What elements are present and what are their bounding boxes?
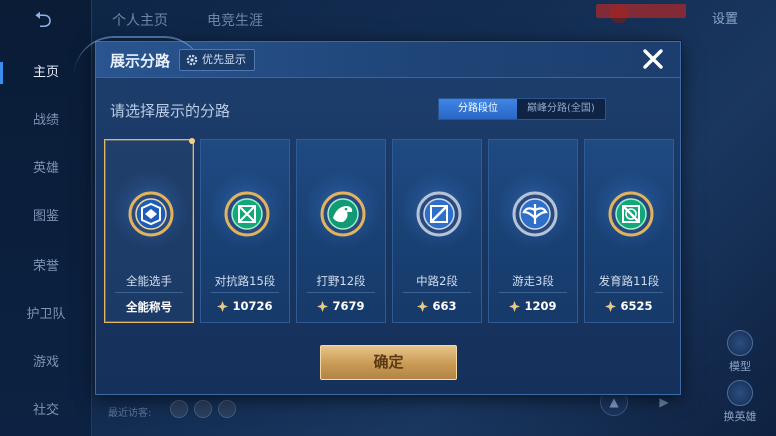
card-divider (307, 292, 375, 293)
model-icon (727, 330, 753, 356)
card-divider (403, 292, 471, 293)
lane-name: 发育路11段 (598, 274, 660, 288)
card-divider (499, 292, 567, 293)
sidebar-item-record[interactable]: 战绩 (0, 106, 92, 136)
priority-display-label: 优先显示 (202, 53, 246, 66)
notice-badge (596, 4, 686, 18)
jungle-emblem-icon (320, 191, 366, 237)
recent-visitors-label: 最近访客: (108, 408, 152, 419)
toggle-lane-rank[interactable]: 分路段位 (439, 99, 517, 119)
dialog-subtitle: 请选择展示的分路 (110, 102, 231, 120)
sidebar-item-guard[interactable]: 护卫队 (0, 300, 92, 330)
back-arrow-icon[interactable]: ⮌ (22, 8, 64, 34)
card-divider (115, 292, 183, 293)
change-hero-icon (727, 380, 753, 406)
lane-card-clash[interactable]: 对抗路15段 10726 (200, 139, 290, 323)
rank-points-icon (317, 300, 329, 312)
gear-icon (186, 54, 198, 66)
confirm-button[interactable]: 确定 (320, 345, 457, 380)
sidebar-item-gallery[interactable]: 图鉴 (0, 202, 92, 232)
visitor-avatar[interactable] (170, 400, 188, 418)
model-label: 模型 (729, 360, 751, 373)
rank-points-icon (509, 300, 521, 312)
lane-name: 游走3段 (512, 274, 554, 288)
lane-card-roam[interactable]: 游走3段 1209 (488, 139, 578, 323)
farm-lane-emblem-icon (608, 191, 654, 237)
lane-card-mid[interactable]: 中路2段 663 (392, 139, 482, 323)
roam-emblem-icon (512, 191, 558, 237)
sidebar-item-heroes[interactable]: 英雄 (0, 154, 92, 184)
card-divider (211, 292, 279, 293)
lane-card-farm[interactable]: 发育路11段 6525 (584, 139, 674, 323)
lane-name: 对抗路15段 (214, 274, 276, 288)
lane-value: 7679 (297, 299, 385, 313)
dialog-header: 展示分路 优先显示 (74, 36, 680, 78)
change-hero-button[interactable]: 换英雄 (718, 380, 762, 424)
change-hero-label: 换英雄 (723, 410, 757, 423)
sidebar-item-honor[interactable]: 荣誉 (0, 252, 92, 282)
all-round-emblem-icon (128, 191, 174, 237)
lane-name: 中路2段 (416, 274, 458, 288)
tab-esports[interactable]: 电竞生涯 (207, 10, 263, 30)
model-button[interactable]: 模型 (718, 330, 762, 374)
dialog-title: 展示分路 (110, 52, 171, 70)
display-lane-dialog: 展示分路 优先显示 请选择展示的分路 分路段位 巅峰分路(全国) 全能选手 全能… (74, 36, 681, 395)
mid-lane-emblem-icon (416, 191, 462, 237)
lane-value: 663 (393, 299, 481, 313)
rank-points-icon (217, 300, 229, 312)
tab-profile[interactable]: 个人主页 (112, 10, 168, 30)
card-divider (595, 292, 663, 293)
visitor-avatar[interactable] (218, 400, 236, 418)
lane-value: 1209 (489, 299, 577, 313)
toggle-peak-lane[interactable]: 巅峰分路(全国) (517, 99, 605, 119)
lane-value-text: 6525 (620, 299, 653, 313)
sidebar-item-games[interactable]: 游戏 (0, 348, 92, 378)
lane-value: 10726 (201, 299, 289, 313)
settings-button[interactable]: 设置 (712, 8, 738, 27)
lane-type-toggle: 分路段位 巅峰分路(全国) (438, 98, 606, 120)
rank-points-icon (417, 300, 429, 312)
lane-name: 全能选手 (126, 274, 172, 288)
clash-lane-emblem-icon (224, 191, 270, 237)
priority-display-button[interactable]: 优先显示 (179, 49, 255, 71)
lane-name: 打野12段 (316, 274, 366, 288)
close-icon[interactable] (640, 46, 666, 72)
sidebar-item-social[interactable]: 社交 (0, 396, 92, 426)
lane-card-jungle[interactable]: 打野12段 7679 (296, 139, 386, 323)
lane-card-all-round[interactable]: 全能选手 全能称号 (104, 138, 195, 323)
lane-value-text: 7679 (332, 299, 365, 313)
lane-value: 全能称号 (105, 299, 193, 315)
lane-value-text: 全能称号 (126, 300, 172, 314)
selected-corner-mark (189, 138, 195, 144)
lane-value-text: 663 (432, 299, 457, 313)
lane-card-list: 全能选手 全能称号 对抗路15段 10726 打野12段 7679 中路2段 6… (104, 138, 674, 323)
lane-value-text: 1209 (524, 299, 557, 313)
rank-points-icon (605, 300, 617, 312)
lane-value: 6525 (585, 299, 673, 313)
visitor-avatar[interactable] (194, 400, 212, 418)
lane-value-text: 10726 (232, 299, 273, 313)
